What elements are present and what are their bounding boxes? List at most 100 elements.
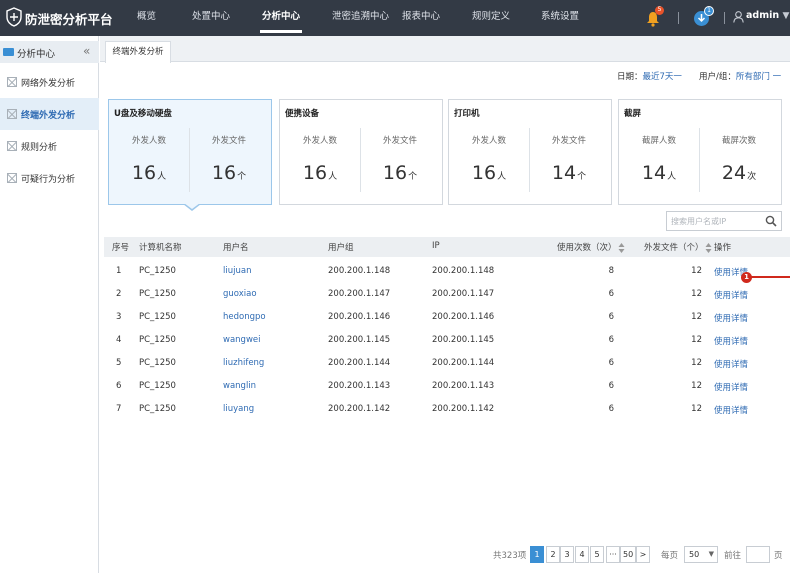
cell-usage-count: 8 bbox=[608, 266, 614, 276]
details-link[interactable]: 使用详情 bbox=[714, 381, 748, 393]
stat-value: 24次 bbox=[721, 162, 757, 184]
tab-terminal-outbound[interactable]: 终端外发分析 bbox=[105, 41, 171, 63]
sidebar-item-network-outbound[interactable]: 网络外发分析 bbox=[0, 66, 99, 98]
cell-username[interactable]: wangwei bbox=[223, 335, 261, 345]
column-header-username: 用户名 bbox=[223, 243, 249, 253]
group-filter[interactable]: 用户/组：所有部门 一 bbox=[699, 70, 781, 82]
details-link[interactable]: 使用详情 bbox=[714, 335, 748, 347]
chevron-down-icon: ▼ bbox=[708, 550, 714, 558]
cell-computer: PC_1250 bbox=[139, 266, 176, 276]
cell-usergroup: 200.200.1.145 bbox=[328, 335, 391, 345]
nav-report-center[interactable]: 报表中心 bbox=[402, 0, 440, 36]
sidebar-item-terminal-outbound[interactable]: 终端外发分析 bbox=[0, 98, 99, 130]
nav-leak-trace-center[interactable]: 泄密追溯中心 bbox=[332, 0, 389, 36]
sidebar-header: 分析中心 « bbox=[0, 41, 99, 63]
cell-ip: 200.200.1.144 bbox=[432, 358, 495, 368]
date-filter[interactable]: 日期：最近7天一 bbox=[617, 70, 682, 82]
page-button[interactable]: 1 bbox=[530, 546, 544, 563]
cell-computer: PC_1250 bbox=[139, 312, 176, 322]
cell-username[interactable]: hedongpo bbox=[223, 312, 266, 322]
cell-usage-count: 6 bbox=[608, 358, 614, 368]
page-button[interactable]: 3 bbox=[560, 546, 574, 563]
stat-label: 外发人数 bbox=[302, 136, 337, 146]
cell-index: 5 bbox=[116, 358, 122, 368]
goto-page-input[interactable] bbox=[746, 546, 770, 563]
sidebar-item-rule-analysis[interactable]: 规则分析 bbox=[0, 130, 99, 162]
cell-usage-count: 6 bbox=[608, 289, 614, 299]
details-link[interactable]: 使用详情 bbox=[714, 358, 748, 370]
column-header-actions: 操作 bbox=[714, 243, 732, 253]
chevron-down-icon: ▼ bbox=[782, 11, 790, 21]
cell-computer: PC_1250 bbox=[139, 335, 176, 345]
page-button[interactable]: 2 bbox=[546, 546, 560, 563]
next-page-button[interactable]: > bbox=[636, 546, 650, 563]
pagination-ellipsis: ··· bbox=[606, 546, 620, 563]
details-link[interactable]: 使用详情 bbox=[714, 289, 748, 301]
cell-ip: 200.200.1.143 bbox=[432, 381, 495, 391]
stat-label: 外发文件 bbox=[211, 136, 246, 146]
stat-value: 16人 bbox=[471, 162, 507, 184]
details-link[interactable]: 使用详情 bbox=[714, 312, 748, 324]
card-usb-storage[interactable]: U盘及移动硬盘 外发人数 外发文件 16人 16个 bbox=[108, 99, 272, 205]
page-button[interactable]: 4 bbox=[575, 546, 589, 563]
cell-outbound-files: 12 bbox=[691, 381, 702, 391]
callout-line bbox=[751, 276, 790, 278]
nav-rule-definition[interactable]: 规则定义 bbox=[472, 0, 510, 36]
image-placeholder-icon bbox=[7, 173, 17, 183]
card-title: U盘及移动硬盘 bbox=[114, 109, 172, 119]
cell-computer: PC_1250 bbox=[139, 358, 176, 368]
sidebar-item-suspicious-behavior[interactable]: 可疑行为分析 bbox=[0, 162, 99, 194]
cell-outbound-files: 12 bbox=[691, 335, 702, 345]
folder-icon bbox=[3, 48, 14, 56]
table-row: 7 PC_1250 liuyang 200.200.1.142 200.200.1.14… bbox=[104, 397, 790, 420]
search-input[interactable] bbox=[671, 215, 765, 228]
cell-username[interactable]: guoxiao bbox=[223, 289, 257, 299]
sort-icon[interactable] bbox=[705, 242, 712, 253]
table-row: 2 PC_1250 guoxiao 200.200.1.147 200.200.1.14… bbox=[104, 282, 790, 305]
stat-label: 截屏次数 bbox=[721, 136, 756, 146]
page-size-select[interactable]: 50 ▼ bbox=[684, 546, 718, 563]
cell-username[interactable]: liujuan bbox=[223, 266, 251, 276]
cell-outbound-files: 12 bbox=[691, 404, 702, 414]
details-link[interactable]: 使用详情 bbox=[714, 404, 748, 416]
search-icon[interactable] bbox=[765, 215, 777, 227]
download-count-badge: 1 bbox=[704, 6, 714, 16]
notification-bell-icon[interactable]: 5 bbox=[646, 6, 664, 27]
goto-label: 前往 bbox=[724, 551, 742, 561]
per-page-label: 每页 bbox=[661, 551, 679, 561]
cell-usergroup: 200.200.1.148 bbox=[328, 266, 391, 276]
user-menu[interactable]: admin ▼ bbox=[746, 10, 789, 21]
column-header-index: 序号 bbox=[112, 243, 130, 253]
page-button[interactable]: 50 bbox=[620, 546, 637, 563]
card-title: 打印机 bbox=[454, 109, 480, 119]
sort-icon[interactable] bbox=[618, 242, 625, 253]
sidebar-item-label: 规则分析 bbox=[21, 143, 58, 153]
nav-system-settings[interactable]: 系统设置 bbox=[541, 0, 579, 36]
stat-label: 外发文件 bbox=[551, 136, 586, 146]
cell-computer: PC_1250 bbox=[139, 404, 176, 414]
image-placeholder-icon bbox=[7, 77, 17, 87]
nav-disposal-center[interactable]: 处置中心 bbox=[192, 0, 230, 36]
card-printer[interactable]: 打印机 外发人数 外发文件 16人 14个 bbox=[448, 99, 612, 205]
stat-value: 16个 bbox=[211, 162, 247, 184]
stat-value: 16个 bbox=[382, 162, 418, 184]
nav-overview[interactable]: 概览 bbox=[137, 0, 156, 36]
cell-username[interactable]: wanglin bbox=[223, 381, 256, 391]
date-filter-value[interactable]: 最近7天一 bbox=[643, 72, 682, 82]
cell-username[interactable]: liuzhifeng bbox=[223, 358, 264, 368]
sidebar-item-label: 网络外发分析 bbox=[21, 79, 76, 89]
card-screenshot[interactable]: 截屏 截屏人数 截屏次数 14人 24次 bbox=[618, 99, 782, 205]
column-header-outbound-files[interactable]: 外发文件（个） bbox=[644, 241, 712, 253]
stat-label: 外发人数 bbox=[131, 136, 166, 146]
card-portable-device[interactable]: 便携设备 外发人数 外发文件 16人 16个 bbox=[279, 99, 443, 205]
column-header-usage-count[interactable]: 使用次数（次） bbox=[557, 241, 625, 253]
group-filter-value[interactable]: 所有部门 一 bbox=[736, 72, 781, 82]
divider bbox=[678, 12, 679, 24]
cell-index: 1 bbox=[116, 266, 122, 276]
stat-value: 16人 bbox=[302, 162, 338, 184]
collapse-icon[interactable]: « bbox=[83, 44, 90, 58]
nav-analysis-center[interactable]: 分析中心 bbox=[259, 0, 303, 36]
page-button[interactable]: 5 bbox=[590, 546, 604, 563]
cell-username[interactable]: liuyang bbox=[223, 404, 254, 414]
download-icon[interactable]: 1 bbox=[693, 6, 714, 27]
